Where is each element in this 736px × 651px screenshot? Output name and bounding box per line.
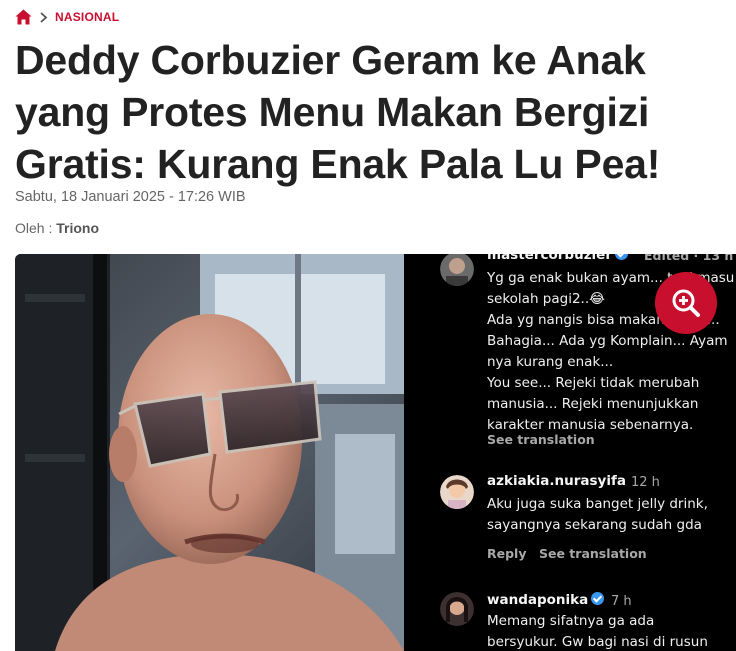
comment-line: sayangnya sekarang sudah gda (487, 517, 702, 533)
avatar (440, 254, 474, 286)
verified-badge-icon (615, 254, 628, 260)
username-text: wandaponika (487, 592, 589, 608)
comment-line: sekolah pagi2..😂 (487, 291, 605, 307)
comment-username[interactable]: wandaponika (487, 592, 605, 608)
avatar (440, 475, 474, 509)
comment-line: You see... Rejeki tidak merubah (487, 375, 700, 391)
article-byline: Oleh : Triono (15, 220, 99, 236)
comment-meta: Edited · 13 h (644, 254, 734, 263)
home-icon[interactable] (15, 9, 32, 25)
avatar (440, 592, 474, 626)
byline-label: Oleh : (15, 220, 53, 236)
comment-username[interactable]: azkiakia.nurasyifa (487, 473, 626, 489)
comment-line: Aku juga suka banget jelly drink, (487, 496, 708, 512)
zoom-image-button[interactable] (655, 272, 717, 334)
article-image[interactable]: mastercorbuzier Edited · 13 h Yg ga enak… (15, 254, 736, 651)
comment-line: manusia... Rejeki menunjukkan (487, 396, 699, 412)
zoom-in-icon (672, 289, 700, 317)
verified-badge-icon (591, 592, 605, 605)
comment-line: bersyukur. Gw bagi nasi di rusun (487, 634, 708, 650)
comment-line: Bahagia... Ada yg Komplain... Ayam (487, 333, 728, 349)
username-text: azkiakia.nurasyifa (487, 473, 626, 489)
breadcrumb-link-nasional[interactable]: NASIONAL (55, 10, 119, 24)
chevron-right-icon (40, 11, 48, 23)
article-title: Deddy Corbuzier Geram ke Anak yang Prote… (15, 37, 661, 187)
see-translation-link[interactable]: See translation (487, 432, 595, 447)
username-text: mastercorbuzier (487, 254, 612, 263)
breadcrumb: NASIONAL (15, 8, 119, 26)
comment-line: nya kurang enak... (487, 354, 614, 370)
comment-meta: 12 h (631, 475, 660, 490)
video-frame (15, 254, 404, 651)
reply-link[interactable]: Reply (487, 546, 526, 561)
comment-username[interactable]: mastercorbuzier (487, 254, 628, 263)
comment-meta: 7 h (611, 594, 632, 609)
comment-line: Memang sifatnya ga ada (487, 613, 655, 629)
person-photo (15, 254, 404, 651)
author-name[interactable]: Triono (56, 220, 99, 236)
see-translation-link[interactable]: See translation (539, 546, 647, 561)
article-date: Sabtu, 18 Januari 2025 - 17:26 WIB (15, 189, 246, 205)
